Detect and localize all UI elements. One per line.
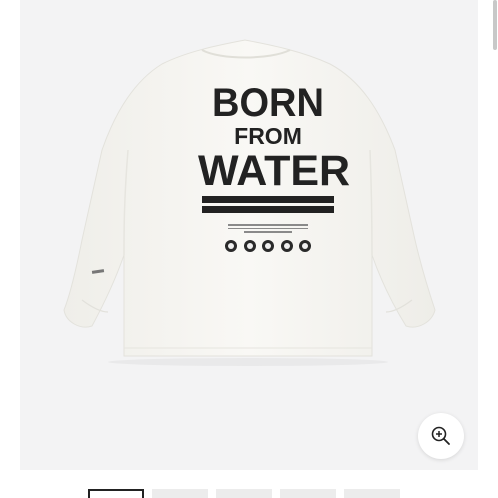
thumbnail-3[interactable] [216, 489, 272, 498]
zoom-button[interactable] [418, 413, 464, 459]
thumbnail-strip [88, 489, 408, 498]
brand-logo-icon [243, 240, 256, 252]
brand-logo-icon [280, 240, 293, 252]
print-line-from: FROM [234, 123, 302, 149]
thumbnail-5[interactable] [344, 489, 400, 498]
thumbnail-1[interactable] [88, 489, 144, 498]
zoom-in-icon [431, 426, 450, 445]
print-stripe-1 [202, 196, 334, 203]
scrollbar-thumb[interactable] [493, 0, 497, 50]
brand-logo-icon [299, 240, 311, 252]
brand-logos [225, 240, 311, 252]
product-image[interactable]: BORN FROM WATER [20, 0, 478, 470]
brand-logo-icon [262, 240, 274, 252]
shirt-print-text: BORN FROM WATER [198, 81, 351, 213]
thumbnail-4[interactable] [280, 489, 336, 498]
brand-logo-icon [225, 240, 237, 252]
print-fine-text [228, 224, 308, 235]
print-line-water: WATER [198, 147, 351, 195]
print-line-born: BORN [212, 81, 324, 125]
page-scrollbar[interactable] [492, 0, 498, 498]
tshirt-illustration [63, 39, 436, 366]
thumbnail-2[interactable] [152, 489, 208, 498]
print-stripe-2 [202, 206, 334, 213]
